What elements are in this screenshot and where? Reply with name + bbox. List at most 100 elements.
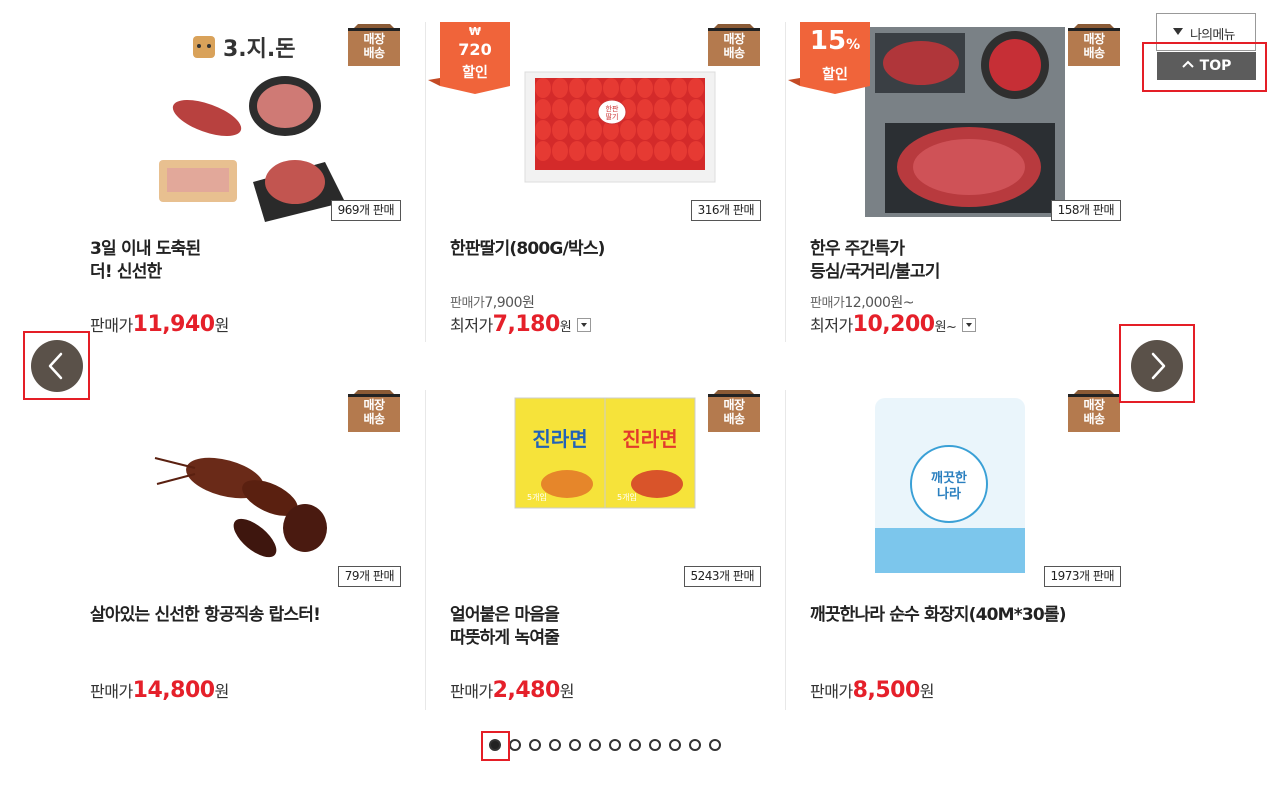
product-title[interactable]: 살아있는 신선한 항공직송 랍스터!	[90, 604, 430, 627]
store-badge-line: 매장	[1083, 32, 1105, 46]
column-divider	[425, 22, 426, 342]
product-title-line: 한판딸기(800G/박스)	[450, 239, 605, 259]
pagination-dot[interactable]	[669, 739, 681, 751]
product-title-line: 살아있는 신선한 항공직송 랍스터!	[90, 605, 321, 625]
svg-text:5개입: 5개입	[617, 492, 637, 502]
sale-price: 최저가7,180원	[450, 312, 592, 337]
price-label: 판매가	[90, 682, 133, 701]
price-unit: 원	[214, 682, 230, 701]
sold-count: 158개 판매	[1050, 200, 1121, 221]
highlight-box	[481, 731, 510, 761]
regular-price-label: 판매가	[810, 296, 845, 311]
jin-ramen-image[interactable]: 진라면 진라면 5개입 5개입	[505, 388, 705, 588]
svg-text:진라면: 진라면	[622, 427, 677, 451]
price-dropdown-toggle[interactable]	[962, 317, 977, 332]
store-badge-line: 배송	[363, 412, 385, 426]
price-label: 최저가	[450, 316, 493, 335]
highlight-box	[1142, 42, 1267, 92]
pagination-dot[interactable]	[529, 739, 541, 751]
price-value: 7,180	[492, 312, 561, 337]
price-label: 판매가	[450, 682, 493, 701]
pagination-dot[interactable]	[629, 739, 641, 751]
discount-amount: 15%	[800, 26, 870, 56]
store-delivery-badge: 매장 배송	[348, 388, 400, 432]
store-badge-line: 매장	[363, 32, 385, 46]
hanwoo-beef-image[interactable]	[865, 27, 1065, 227]
pagination-dot[interactable]	[649, 739, 661, 751]
store-delivery-badge: 매장 배송	[348, 22, 400, 66]
discount-currency: ₩	[468, 25, 482, 38]
product-title-line: 따뜻하게 녹여줄	[450, 628, 560, 648]
svg-text:5개입: 5개입	[527, 492, 547, 502]
product-title[interactable]: 3일 이내 도축된 더! 신선한	[90, 238, 430, 284]
pagination-dot[interactable]	[709, 739, 721, 751]
column-divider	[785, 390, 786, 710]
regular-price-label: 판매가	[450, 296, 485, 311]
store-delivery-badge: 매장 배송	[1068, 22, 1120, 66]
price-unit: 원	[214, 316, 230, 335]
pagination-dot[interactable]	[589, 739, 601, 751]
product-card[interactable]: 매장 배송 15% 할인 158개 판매 한우 주간특가 등심/국거리/불고기 판매가12,…	[788, 22, 1170, 352]
svg-text:나라: 나라	[937, 486, 961, 502]
sold-count: 79개 판매	[337, 566, 401, 587]
pagination-dot[interactable]	[609, 739, 621, 751]
store-badge-line: 배송	[363, 46, 385, 60]
regular-price-value: 7,900원	[484, 295, 535, 311]
product-card[interactable]: 깨끗한 나라 매장 배송 1973개 판매 깨끗한나라 순수 화장지(40M*30롤)…	[810, 388, 1170, 718]
product-title[interactable]: 얼어붙은 마음을 따뜻하게 녹여줄	[450, 604, 790, 650]
my-menu-label: 나의메뉴	[1190, 28, 1235, 43]
pork-cuts-image[interactable]: 3.지.돈	[145, 22, 345, 222]
sale-price: 판매가11,940원	[90, 312, 229, 337]
sale-price: 판매가8,500원	[810, 678, 935, 703]
product-title[interactable]: 한우 주간특가등심/국거리/불고기	[810, 238, 1150, 284]
product-card[interactable]: 한판 딸기 매장 배송 ₩720 할인 316개 판매 한판딸기(800G/박스) 판매가…	[428, 22, 810, 352]
svg-text:딸기: 딸기	[606, 112, 619, 121]
pagination-dot[interactable]	[689, 739, 701, 751]
store-badge-line: 매장	[723, 32, 745, 46]
sold-count: 316개 판매	[690, 200, 761, 221]
discount-label: 할인	[822, 67, 848, 83]
store-badge-line: 배송	[723, 46, 745, 60]
price-label: 최저가	[810, 316, 853, 335]
price-label: 판매가	[810, 682, 853, 701]
product-card[interactable]: 3.지.돈 매장 배송 969개 판매 3일 이내 도축된 더! 신선한판매가11,94…	[90, 22, 450, 352]
product-title-line: 등심/국거리/불고기	[810, 262, 940, 282]
store-badge-line: 매장	[363, 398, 385, 412]
svg-text:한판: 한판	[606, 104, 619, 113]
brand-logo-text: 3.지.돈	[223, 37, 296, 62]
highlight-box	[23, 331, 90, 400]
product-title[interactable]: 한판딸기(800G/박스)	[450, 238, 790, 261]
price-dropdown-toggle[interactable]	[577, 317, 592, 332]
store-badge-label: 매장 배송	[708, 32, 760, 60]
pagination-dot[interactable]	[509, 739, 521, 751]
svg-text:진라면: 진라면	[532, 427, 587, 451]
store-badge-label: 매장 배송	[348, 32, 400, 60]
store-delivery-badge: 매장 배송	[708, 388, 760, 432]
store-badge-label: 매장 배송	[1068, 398, 1120, 426]
price-unit: 원	[559, 320, 572, 335]
store-badge-line: 배송	[723, 412, 745, 426]
price-value: 8,500	[852, 678, 921, 703]
store-badge-line: 배송	[1083, 412, 1105, 426]
store-badge-line: 매장	[723, 398, 745, 412]
lobster-image[interactable]	[145, 388, 345, 588]
sale-price: 판매가2,480원	[450, 678, 575, 703]
store-badge-label: 매장 배송	[1068, 32, 1120, 60]
price-value: 2,480	[492, 678, 561, 703]
pagination-dot[interactable]	[569, 739, 581, 751]
store-badge-line: 매장	[1083, 398, 1105, 412]
product-title-line: 한우 주간특가	[810, 239, 905, 259]
price-unit: 원	[559, 682, 575, 701]
strawberry-box-image[interactable]: 한판 딸기	[505, 22, 716, 222]
pagination-dot[interactable]	[549, 739, 561, 751]
discount-label: 할인	[462, 65, 488, 81]
product-title[interactable]: 깨끗한나라 순수 화장지(40M*30롤)	[810, 604, 1150, 627]
toilet-paper-image[interactable]: 깨끗한 나라	[865, 388, 1065, 588]
regular-price: 판매가7,900원	[450, 292, 535, 312]
discount-percent-sign: %	[846, 37, 861, 53]
discount-tag: 15% 할인	[788, 22, 870, 94]
product-card[interactable]: 진라면 진라면 5개입 5개입 매장 배송 5243개 판매 얼어붙은 마음을 따뜻하게…	[450, 388, 810, 718]
product-title-line: 3일 이내 도축된	[90, 239, 201, 259]
sold-count: 969개 판매	[330, 200, 401, 221]
product-card[interactable]: 매장 배송 79개 판매 살아있는 신선한 항공직송 랍스터! 판매가14,800원	[90, 388, 450, 718]
